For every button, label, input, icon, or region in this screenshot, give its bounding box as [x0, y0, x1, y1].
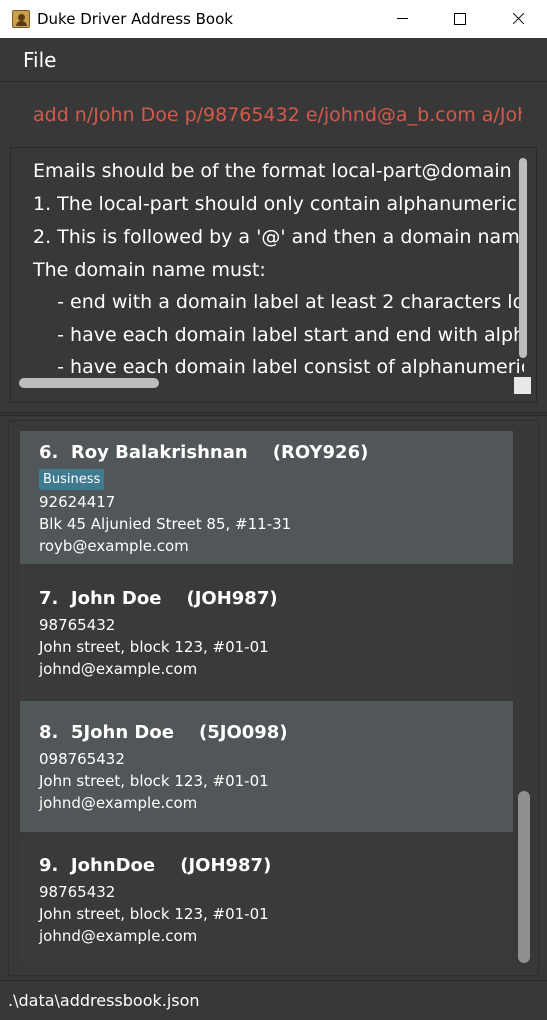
person-card[interactable]: 9. JohnDoe (JOH987) 98765432 John street… [20, 834, 513, 966]
title-bar: Duke Driver Address Book [0, 0, 547, 38]
app-window: Duke Driver Address Book File add n/John… [0, 0, 547, 1020]
person-phone: 98765432 [39, 883, 116, 901]
scroll-corner [514, 377, 531, 394]
person-phone: 098765432 [39, 750, 125, 768]
maximize-button[interactable] [431, 0, 489, 38]
person-card[interactable]: 7. John Doe (JOH987) 98765432 John stree… [20, 564, 513, 699]
person-address: John street, block 123, #01-01 [39, 638, 269, 656]
person-address: John street, block 123, #01-01 [39, 772, 269, 790]
command-area: add n/John Doe p/98765432 e/johnd@a_b.co… [0, 83, 547, 147]
person-email: johnd@example.com [39, 927, 198, 945]
person-address: Blk 45 Aljunied Street 85, #11-31 [39, 515, 292, 533]
result-display: Emails should be of the format local-par… [10, 147, 537, 403]
person-card[interactable]: 6. Roy Balakrishnan (ROY926) Business 92… [20, 431, 513, 564]
minimize-button[interactable] [373, 0, 431, 38]
result-line: - end with a domain label at least 2 cha… [33, 291, 524, 313]
person-email: johnd@example.com [39, 660, 198, 678]
list-scrollbar[interactable] [518, 791, 530, 963]
address-book-icon [12, 10, 30, 28]
scroll-thumb[interactable] [519, 158, 527, 358]
person-email: royb@example.com [39, 537, 189, 555]
person-name: 9. JohnDoe (JOH987) [39, 855, 272, 876]
tag-badge: Business [39, 469, 105, 490]
result-vertical-scrollbar[interactable] [516, 153, 530, 363]
split-divider[interactable] [0, 412, 547, 416]
menu-file[interactable]: File [23, 48, 56, 72]
status-bar: .\data\addressbook.json [0, 980, 547, 1020]
menu-bar: File [0, 38, 547, 82]
person-name: 6. Roy Balakrishnan (ROY926) [39, 442, 369, 463]
person-name: 7. John Doe (JOH987) [39, 588, 278, 609]
result-line: - have each domain label consist of alph… [57, 356, 524, 378]
result-horizontal-scrollbar[interactable] [19, 378, 159, 388]
result-line: - have each domain label start and end w… [57, 324, 524, 346]
result-line: 1. The local-part should only contain al… [33, 193, 524, 215]
person-name: 8. 5John Doe (5JO098) [39, 722, 288, 743]
window-title: Duke Driver Address Book [37, 10, 233, 28]
person-address: John street, block 123, #01-01 [39, 905, 269, 923]
result-line: The domain name must: [33, 259, 266, 281]
person-card[interactable]: 8. 5John Doe (5JO098) 098765432 John str… [20, 701, 513, 832]
result-line: Emails should be of the format local-par… [33, 160, 524, 182]
person-email: johnd@example.com [39, 794, 198, 812]
result-text[interactable]: Emails should be of the format local-par… [19, 151, 524, 399]
person-list: 6. Roy Balakrishnan (ROY926) Business 92… [8, 420, 539, 976]
result-line: 2. This is followed by a '@' and then a … [33, 226, 524, 248]
close-button[interactable] [489, 0, 547, 38]
command-input[interactable]: add n/John Doe p/98765432 e/johnd@a_b.co… [22, 93, 522, 139]
person-phone: 92624417 [39, 493, 116, 511]
person-phone: 98765432 [39, 616, 116, 634]
save-location: .\data\addressbook.json [8, 991, 200, 1010]
